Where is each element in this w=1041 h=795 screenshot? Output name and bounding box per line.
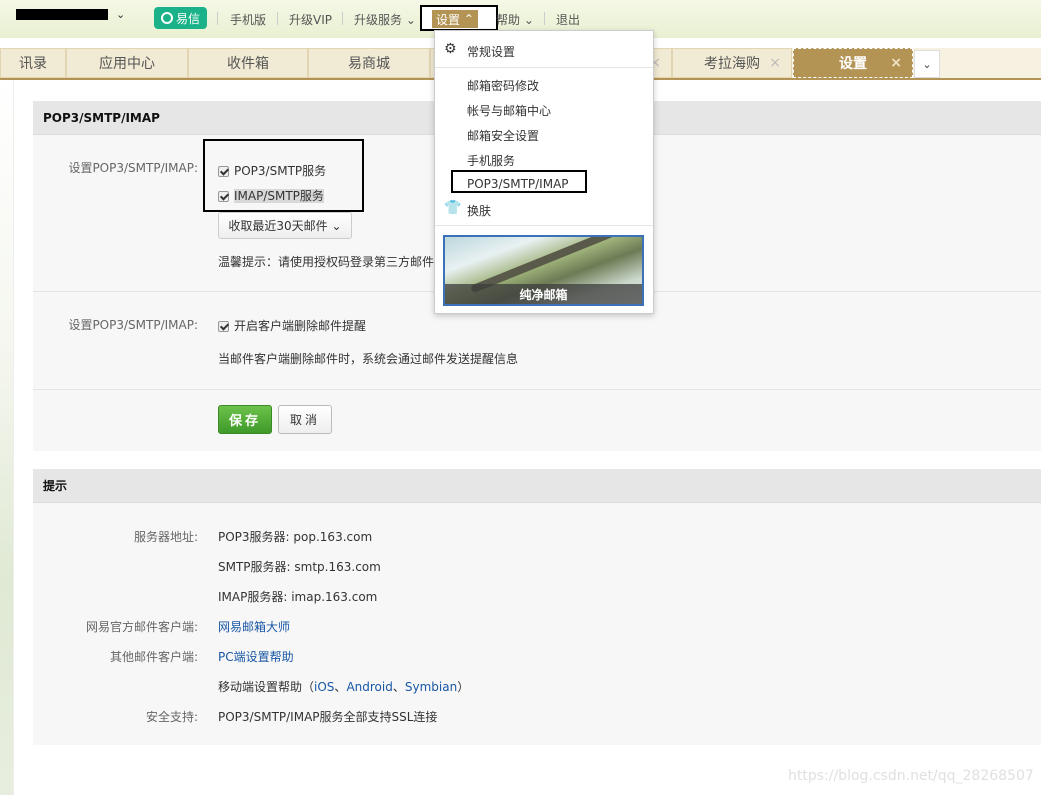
tab-label: 设置 xyxy=(839,56,867,72)
skin-thumbnail[interactable]: 纯净邮箱 xyxy=(443,235,644,306)
yixin-icon xyxy=(160,12,173,24)
upgrade-service-link[interactable]: 升级服务 ⌄ xyxy=(354,11,416,28)
gear-icon: ⚙ xyxy=(444,41,457,57)
pop3-smtp-checkbox-row[interactable]: POP3/SMTP服务 xyxy=(218,162,326,179)
symbian-link[interactable]: Symbian xyxy=(405,680,457,694)
chevron-down-icon: ⌄ xyxy=(331,218,342,233)
official-client-link[interactable]: 网易邮箱大师 xyxy=(218,618,290,635)
help-label: 帮助 xyxy=(496,13,521,27)
divider xyxy=(435,67,653,68)
tab-settings[interactable]: 设置 × xyxy=(793,48,913,78)
menu-item-pop3-smtp-imap[interactable]: POP3/SMTP/IMAP xyxy=(467,177,569,191)
pc-help-link[interactable]: PC端设置帮助 xyxy=(218,648,294,665)
security-support-label: 安全支持: xyxy=(145,710,198,724)
upgrade-vip-link[interactable]: 升级VIP xyxy=(289,11,332,28)
delete-notice-description: 当邮件客户端删除邮件时，系统会通过邮件发送提醒信息 xyxy=(218,352,519,366)
redacted-account-name xyxy=(16,9,108,20)
pop3-server: POP3服务器: pop.163.com xyxy=(218,530,373,544)
divider xyxy=(277,12,278,25)
help-link[interactable]: 帮助 ⌄ xyxy=(496,11,534,28)
delete-notice-checkbox-row[interactable]: 开启客户端删除邮件提醒 xyxy=(218,317,366,334)
divider xyxy=(217,12,218,25)
chevron-down-icon: ⌄ xyxy=(405,13,416,27)
delete-notice-label: 开启客户端删除邮件提醒 xyxy=(234,319,367,333)
tab-label: 讯录 xyxy=(19,56,47,72)
tab-yishang[interactable]: 易商城 xyxy=(308,48,430,78)
settings-menu-highlight: 设置 ⌃ xyxy=(420,5,498,31)
mobile-help-prefix: 移动端设置帮助（ xyxy=(218,680,315,694)
imap-smtp-checkbox-row[interactable]: IMAP/SMTP服务 xyxy=(218,187,324,204)
delete-notice-row-label: 设置POP3/SMTP/IMAP: xyxy=(68,318,198,332)
menu-item-general-settings[interactable]: 常规设置 xyxy=(467,43,515,60)
checkbox-checked[interactable] xyxy=(218,166,229,177)
checkbox-checked[interactable] xyxy=(218,321,229,332)
ios-link[interactable]: iOS xyxy=(314,680,334,694)
other-client-label: 其他邮件客户端: xyxy=(109,650,198,664)
mobile-help-suffix: ） xyxy=(457,680,470,694)
logout-link[interactable]: 退出 xyxy=(556,11,580,28)
tab-label: 应用中心 xyxy=(99,56,155,72)
mobile-version-link[interactable]: 手机版 xyxy=(230,11,266,28)
official-client-label: 网易官方邮件客户端: xyxy=(85,620,198,634)
tab-label: 收件箱 xyxy=(227,56,269,72)
tab-app-center[interactable]: 应用中心 xyxy=(66,48,188,78)
imap-server: IMAP服务器: imap.163.com xyxy=(218,590,378,604)
chevron-down-icon: ⌄ xyxy=(116,8,126,21)
android-link[interactable]: Android xyxy=(346,680,392,694)
checkbox-checked[interactable] xyxy=(218,191,229,202)
yixin-label: 易信 xyxy=(175,11,200,26)
auth-code-tip: 温馨提示：请使用授权码登录第三方邮件 xyxy=(218,255,435,269)
divider xyxy=(33,389,1041,390)
upgrade-service-label: 升级服务 xyxy=(354,13,403,27)
tab-more-button[interactable]: ⌄ xyxy=(914,50,940,78)
account-menu[interactable]: ⌄ xyxy=(16,8,125,21)
chevron-down-icon: ⌄ xyxy=(922,57,932,71)
menu-item-mobile-service[interactable]: 手机服务 xyxy=(467,152,515,169)
cancel-button[interactable]: 取消 xyxy=(278,405,332,434)
tab-kaola[interactable]: 考拉海购 × xyxy=(672,48,792,78)
mobile-help-row: 移动端设置帮助（iOS、Android、Symbian） xyxy=(218,678,469,695)
skin-caption: 纯净邮箱 xyxy=(445,284,642,304)
menu-item-security-settings[interactable]: 邮箱安全设置 xyxy=(467,127,539,144)
settings-menu-button[interactable]: 设置 ⌃ xyxy=(432,10,478,28)
save-button[interactable]: 保存 xyxy=(218,405,272,434)
smtp-server: SMTP服务器: smtp.163.com xyxy=(218,560,381,574)
menu-item-skin[interactable]: 换肤 xyxy=(467,202,491,219)
security-support-text: POP3/SMTP/IMAP服务全部支持SSL连接 xyxy=(218,710,438,724)
divider xyxy=(544,12,545,25)
close-icon[interactable]: × xyxy=(769,55,781,71)
separator-text: 、 xyxy=(392,680,405,694)
divider xyxy=(342,12,343,25)
watermark-text: https://blog.csdn.net/qq_28268507 xyxy=(788,768,1034,784)
divider xyxy=(435,225,653,226)
decorative-side-strip xyxy=(0,80,14,795)
recent-mail-select-value: 收取最近30天邮件 xyxy=(228,219,328,233)
tips-panel: 提示 xyxy=(33,469,1041,745)
tab-inbox[interactable]: 收件箱 xyxy=(188,48,308,78)
tab-contacts[interactable]: 讯录 xyxy=(0,48,66,78)
tab-label: 考拉海购 xyxy=(704,56,760,72)
chevron-up-icon: ⌃ xyxy=(460,12,474,26)
chevron-down-icon: ⌄ xyxy=(523,13,534,27)
settings-menu-label: 设置 xyxy=(436,12,461,27)
server-address-label: 服务器地址: xyxy=(133,530,198,544)
tshirt-icon: 👕 xyxy=(444,200,462,216)
separator-text: 、 xyxy=(334,680,347,694)
menu-item-password-change[interactable]: 邮箱密码修改 xyxy=(467,77,539,94)
menu-item-account-center[interactable]: 帐号与邮箱中心 xyxy=(467,102,551,119)
pop3-smtp-label: POP3/SMTP服务 xyxy=(234,164,327,178)
yixin-button[interactable]: 易信 xyxy=(154,7,207,29)
tab-label: 易商城 xyxy=(348,56,390,72)
recent-mail-select[interactable]: 收取最近30天邮件 ⌄ xyxy=(218,212,352,239)
pop3-row-label: 设置POP3/SMTP/IMAP: xyxy=(68,161,198,175)
close-icon[interactable]: × xyxy=(890,55,902,71)
imap-smtp-label: IMAP/SMTP服务 xyxy=(234,189,324,203)
settings-dropdown-menu: ⚙ 常规设置 邮箱密码修改 帐号与邮箱中心 邮箱安全设置 手机服务 POP3/S… xyxy=(434,30,654,314)
panel-header: 提示 xyxy=(33,469,1041,503)
